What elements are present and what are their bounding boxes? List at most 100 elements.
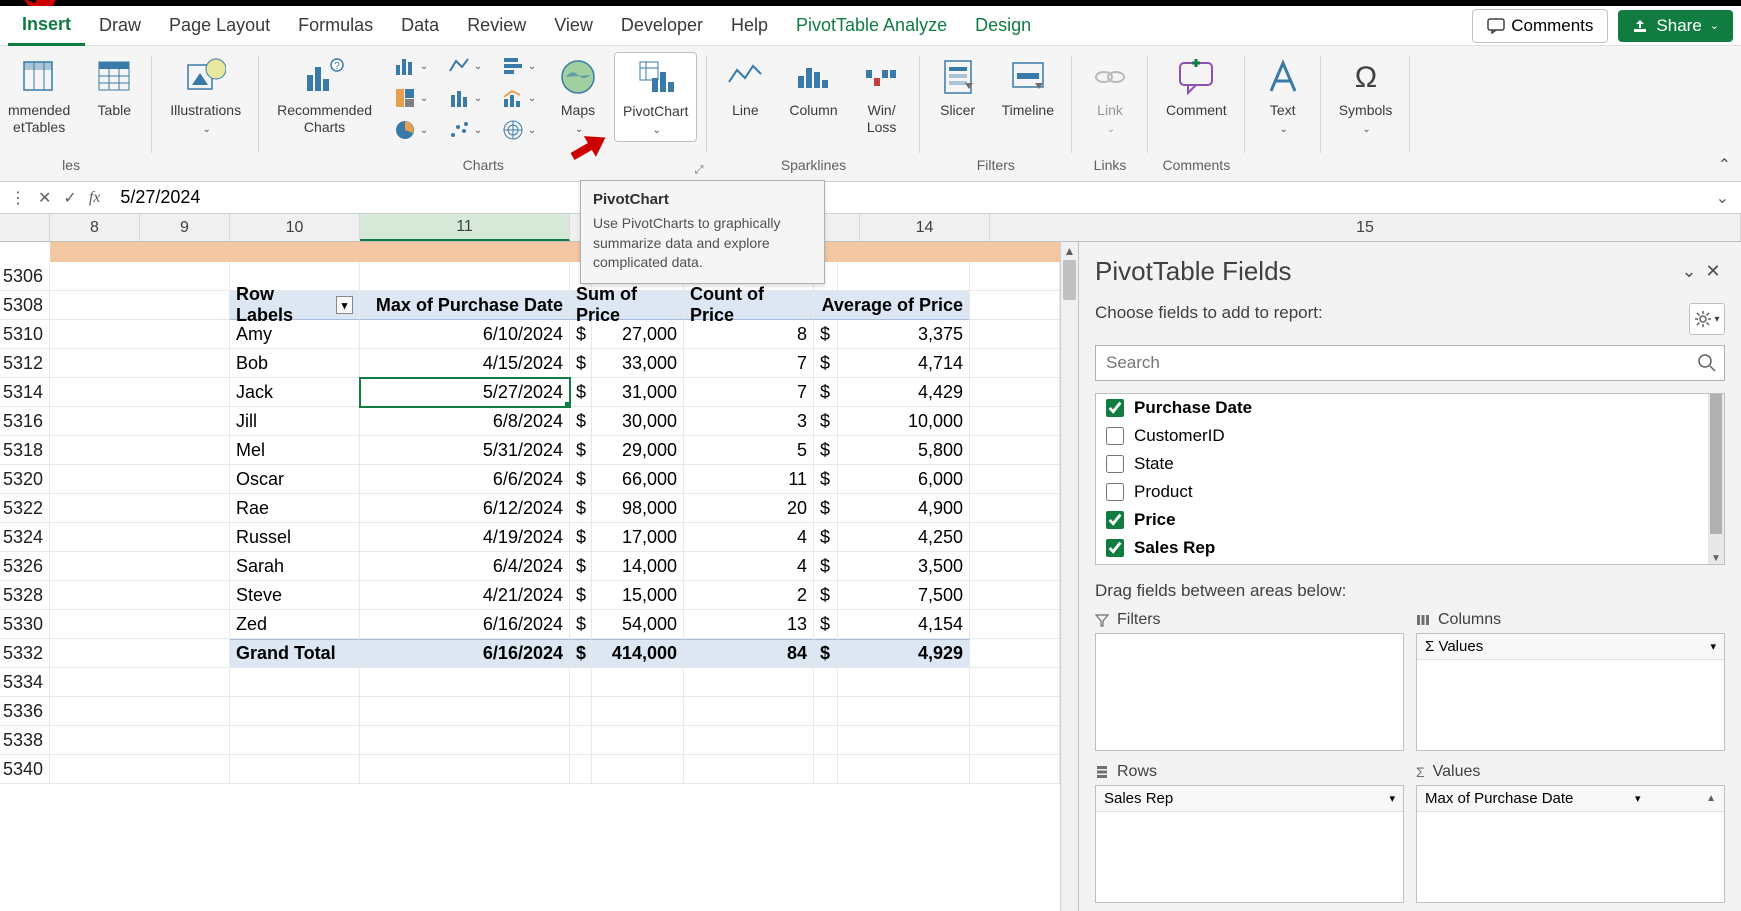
cell[interactable]: 20 xyxy=(684,494,814,523)
scroll-thumb[interactable] xyxy=(1063,260,1076,300)
chart-line-button[interactable]: ⌄ xyxy=(442,52,488,80)
cell[interactable] xyxy=(50,436,230,465)
tab-draw[interactable]: Draw xyxy=(85,7,155,44)
tab-page-layout[interactable]: Page Layout xyxy=(155,7,284,44)
cell[interactable]: $ xyxy=(814,320,838,349)
cell[interactable]: 6/4/2024 xyxy=(360,552,570,581)
cell[interactable]: $ xyxy=(814,639,838,668)
cell[interactable] xyxy=(50,262,230,291)
sparkline-line-button[interactable]: Line xyxy=(717,52,773,123)
pane-gear-button[interactable]: ▾ xyxy=(1689,303,1725,335)
field-checkbox[interactable] xyxy=(1106,483,1124,501)
cell[interactable] xyxy=(970,320,1060,349)
cell[interactable] xyxy=(970,755,1060,784)
cell[interactable] xyxy=(570,755,592,784)
cell[interactable]: Sum of Price xyxy=(570,291,684,320)
tab-developer[interactable]: Developer xyxy=(607,7,717,44)
cell[interactable]: 66,000 xyxy=(592,465,684,494)
cell[interactable] xyxy=(970,726,1060,755)
cell[interactable] xyxy=(570,697,592,726)
cell[interactable]: Row Labels▾ xyxy=(230,291,360,320)
cell[interactable]: 6,000 xyxy=(838,465,970,494)
cell[interactable] xyxy=(970,581,1060,610)
cell[interactable]: 4/15/2024 xyxy=(360,349,570,378)
cell[interactable]: 5336 xyxy=(0,697,50,726)
cell[interactable]: 3,500 xyxy=(838,552,970,581)
rows-drop-area[interactable]: Sales Rep▾ xyxy=(1095,785,1404,903)
timeline-button[interactable]: Timeline xyxy=(994,52,1062,123)
cell[interactable] xyxy=(50,697,230,726)
cell[interactable]: 5340 xyxy=(0,755,50,784)
cell[interactable]: 4 xyxy=(684,523,814,552)
cell[interactable]: $ xyxy=(814,407,838,436)
cell[interactable]: $ xyxy=(814,523,838,552)
formula-expand-button[interactable]: ⌄ xyxy=(1704,188,1741,208)
cell[interactable]: 5324 xyxy=(0,523,50,552)
cell[interactable]: 7 xyxy=(684,378,814,407)
share-button[interactable]: Share ⌄ xyxy=(1618,10,1733,42)
cell[interactable] xyxy=(50,378,230,407)
rowlabels-dropdown[interactable]: ▾ xyxy=(336,296,353,314)
cell[interactable]: 5308 xyxy=(0,291,50,320)
tab-pivottable-analyze[interactable]: PivotTable Analyze xyxy=(782,7,961,44)
illustrations-button[interactable]: Illustrations⌄ xyxy=(162,52,249,140)
field-checkbox[interactable] xyxy=(1106,539,1124,557)
cell[interactable] xyxy=(50,320,230,349)
cell[interactable]: $ xyxy=(570,639,592,668)
tab-formulas[interactable]: Formulas xyxy=(284,7,387,44)
cell[interactable] xyxy=(360,262,570,291)
cell[interactable]: Russel xyxy=(230,523,360,552)
cell[interactable]: $ xyxy=(814,465,838,494)
cell[interactable] xyxy=(570,726,592,755)
cell[interactable]: 11 xyxy=(684,465,814,494)
cell[interactable] xyxy=(570,668,592,697)
cell[interactable]: Count of Price xyxy=(684,291,814,320)
slicer-button[interactable]: Slicer xyxy=(930,52,986,123)
cell[interactable] xyxy=(970,378,1060,407)
cell[interactable]: 5334 xyxy=(0,668,50,697)
field-item[interactable]: Sales Rep xyxy=(1096,534,1724,562)
cell[interactable] xyxy=(970,668,1060,697)
link-button[interactable]: Link⌄ xyxy=(1082,52,1138,140)
cell[interactable]: $ xyxy=(570,436,592,465)
cell[interactable]: 7,500 xyxy=(838,581,970,610)
cell[interactable]: 4,154 xyxy=(838,610,970,639)
cell[interactable] xyxy=(970,436,1060,465)
cell[interactable] xyxy=(970,523,1060,552)
cell[interactable]: 4 xyxy=(684,552,814,581)
cell[interactable] xyxy=(360,726,570,755)
cell[interactable]: Max of Purchase Date xyxy=(360,291,570,320)
cell[interactable] xyxy=(814,726,838,755)
cell[interactable] xyxy=(50,465,230,494)
cell[interactable]: 29,000 xyxy=(592,436,684,465)
cell[interactable]: 6/10/2024 xyxy=(360,320,570,349)
cell[interactable]: 3 xyxy=(684,407,814,436)
cell[interactable] xyxy=(592,726,684,755)
cell[interactable] xyxy=(230,755,360,784)
cell[interactable]: 4,929 xyxy=(838,639,970,668)
cell[interactable]: 10,000 xyxy=(838,407,970,436)
cell[interactable] xyxy=(970,697,1060,726)
cell[interactable]: 5/31/2024 xyxy=(360,436,570,465)
cell[interactable]: $ xyxy=(814,436,838,465)
cell[interactable]: 13 xyxy=(684,610,814,639)
cell[interactable]: 4/21/2024 xyxy=(360,581,570,610)
tab-insert[interactable]: Insert xyxy=(8,6,85,46)
cell[interactable] xyxy=(970,610,1060,639)
cell[interactable]: Mel xyxy=(230,436,360,465)
cell[interactable] xyxy=(230,668,360,697)
field-list[interactable]: Purchase DateCustomerIDStateProductPrice… xyxy=(1095,393,1725,565)
cell[interactable]: 31,000 xyxy=(592,378,684,407)
cell[interactable]: Zed xyxy=(230,610,360,639)
cell[interactable]: $ xyxy=(570,552,592,581)
symbols-button[interactable]: Ω Symbols⌄ xyxy=(1331,52,1401,140)
cell[interactable]: 6/16/2024 xyxy=(360,639,570,668)
cell[interactable] xyxy=(970,291,1060,320)
cell[interactable]: 7 xyxy=(684,349,814,378)
cell[interactable] xyxy=(592,697,684,726)
cell[interactable]: 5320 xyxy=(0,465,50,494)
cell[interactable]: 5306 xyxy=(0,262,50,291)
cell[interactable] xyxy=(50,610,230,639)
cell[interactable] xyxy=(592,755,684,784)
cell[interactable] xyxy=(592,668,684,697)
